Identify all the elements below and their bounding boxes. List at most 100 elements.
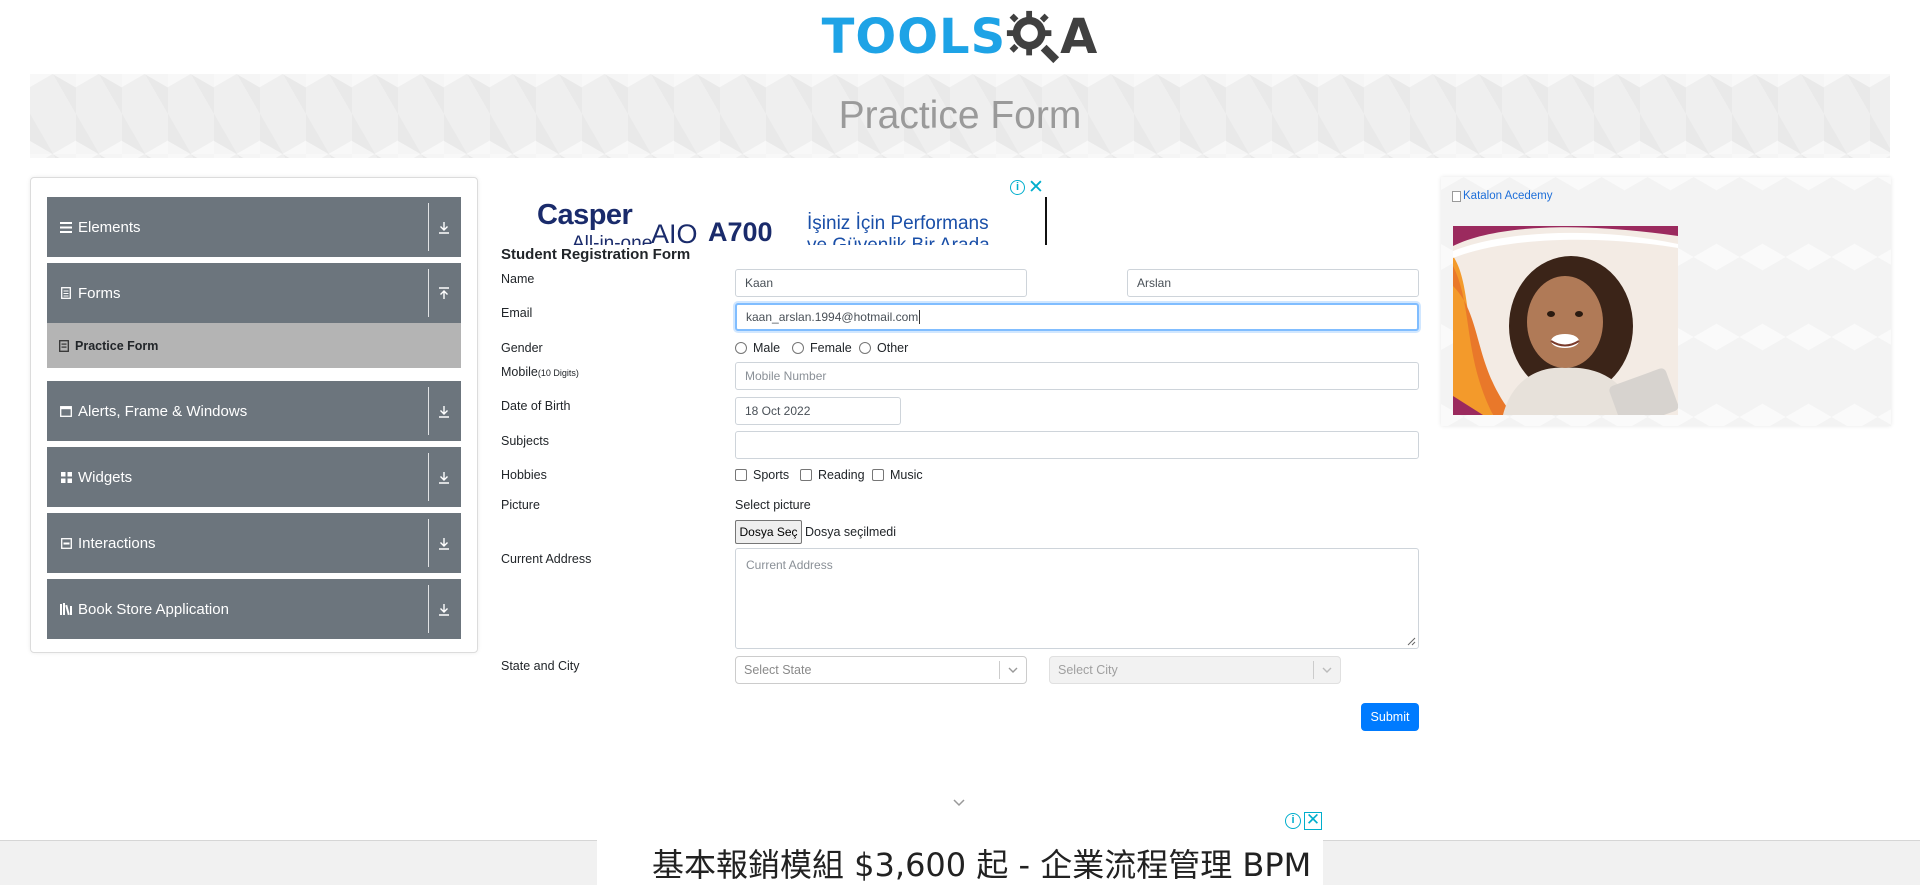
city-placeholder: Select City (1058, 663, 1118, 677)
divider (428, 387, 429, 435)
address-placeholder: Current Address (746, 558, 833, 572)
sidebar-group-label: Widgets (78, 468, 133, 486)
upload-arrow-icon[interactable] (429, 263, 459, 323)
divider (428, 269, 429, 317)
ad-close-icon[interactable]: ✕ (1304, 811, 1322, 830)
logo-tools-text: TOOLS (821, 9, 1007, 65)
mobile-label: Mobile(10 Digits) (501, 365, 579, 379)
state-placeholder: Select State (744, 663, 812, 677)
subjects-label: Subjects (501, 434, 549, 448)
select-picture-text: Select picture (735, 498, 811, 512)
submit-button[interactable]: Submit (1361, 703, 1419, 731)
picture-label: Picture (501, 498, 540, 512)
divider (428, 585, 429, 633)
hobby-checkbox-music[interactable]: Music (872, 468, 923, 482)
checkbox-box[interactable] (735, 469, 747, 481)
ad-model-name: A700 (708, 217, 773, 245)
download-arrow-icon[interactable] (429, 513, 459, 573)
download-arrow-icon[interactable] (429, 579, 459, 639)
radio-circle[interactable] (859, 342, 871, 354)
checkbox-label: Reading (818, 468, 865, 482)
text-caret (919, 310, 921, 324)
mobile-number-input[interactable]: Mobile Number (735, 362, 1419, 390)
divider (428, 203, 429, 251)
katalon-ad-link[interactable]: Katalon Acedemy (1452, 190, 1553, 202)
header: TOOLS A (0, 0, 1920, 74)
books-icon (59, 602, 73, 616)
checkbox-label: Sports (753, 468, 790, 482)
hobby-checkbox-sports[interactable]: Sports (735, 468, 789, 482)
ad-divider (1045, 197, 1047, 245)
grid-icon (59, 470, 73, 484)
sidebar-group-label: Forms (78, 284, 121, 302)
dob-label: Date of Birth (501, 399, 571, 413)
mobile-label-text: Mobile (501, 365, 538, 379)
download-arrow-icon[interactable] (429, 381, 459, 441)
checkbox-box[interactable] (872, 469, 884, 481)
choose-file-button[interactable]: Dosya Seç (735, 520, 802, 544)
broken-image-icon (1452, 190, 1461, 202)
mobile-label-hint: (10 Digits) (537, 368, 579, 378)
first-name-input[interactable]: Kaan (735, 269, 1027, 297)
page-title: Practice Form (838, 94, 1082, 137)
form-title: Student Registration Form (501, 246, 691, 263)
sidebar-group-book-store[interactable]: Book Store Application (47, 579, 461, 639)
sidebar-item-practice-form[interactable]: Practice Form (47, 323, 461, 368)
email-value: kaan_arslan.1994@hotmail.com (746, 310, 919, 324)
sidebar-group-elements[interactable]: Elements (47, 197, 461, 257)
logo-qa-text: A (1060, 9, 1099, 65)
page-banner: Practice Form (30, 74, 1890, 158)
bottom-advertisement[interactable]: 基本報銷模組 $3,600 起 - 企業流程管理 BPM i ✕ (597, 810, 1323, 885)
divider (428, 519, 429, 567)
woman-photo-illustration (1453, 226, 1678, 415)
form-icon (59, 339, 69, 352)
window-icon (59, 404, 73, 418)
checkbox-label: Music (890, 468, 923, 482)
download-arrow-icon[interactable] (429, 197, 459, 257)
hobby-checkbox-reading[interactable]: Reading (800, 468, 865, 482)
sidebar-group-label: Elements (78, 218, 141, 236)
gender-radio-male[interactable]: Male (735, 341, 780, 355)
gender-radio-other[interactable]: Other (859, 341, 908, 355)
sidebar-group-forms[interactable]: Forms (47, 263, 461, 323)
sidebar-item-label: Practice Form (75, 338, 159, 353)
top-advertisement[interactable]: Casper All-in-one AIO A700 İşiniz İçin P… (500, 177, 1048, 245)
gender-radio-female[interactable]: Female (792, 341, 852, 355)
state-select[interactable]: Select State (735, 656, 1027, 684)
no-file-text: Dosya seçilmedi (805, 525, 897, 539)
right-advertisement[interactable]: Katalon Acedemy (1441, 177, 1891, 426)
sidebar-group-interactions[interactable]: Interactions (47, 513, 461, 573)
toolsqa-logo[interactable]: TOOLS A (822, 8, 1099, 66)
subjects-input[interactable] (735, 431, 1419, 459)
city-select[interactable]: Select City (1049, 656, 1341, 684)
chevron-down-icon[interactable] (1314, 667, 1340, 673)
state-city-label: State and City (501, 659, 580, 673)
ad-brand: Casper (537, 199, 633, 231)
ad-close-icon[interactable]: ✕ (1028, 178, 1044, 197)
menu-icon (59, 220, 73, 234)
ad-tagline-1: İşiniz İçin Performans (807, 213, 989, 234)
hobbies-label: Hobbies (501, 468, 547, 482)
chevron-down-icon[interactable] (1000, 667, 1026, 673)
ad-info-icon[interactable]: i (1285, 813, 1301, 829)
last-name-input[interactable]: Arslan (1127, 269, 1419, 297)
email-input[interactable]: kaan_arslan.1994@hotmail.com (735, 303, 1419, 331)
current-address-textarea[interactable]: Current Address (735, 548, 1419, 649)
ad-info-icon[interactable]: i (1010, 180, 1025, 195)
bottom-ad-text[interactable]: 基本報銷模組 $3,600 起 - 企業流程管理 BPM (652, 840, 1311, 885)
radio-circle[interactable] (735, 342, 747, 354)
date-of-birth-input[interactable]: 18 Oct 2022 (735, 397, 901, 425)
ad-tagline-2: ve Güvenlik Bir Arada (807, 235, 990, 245)
radio-label: Female (810, 341, 852, 355)
gear-magnifier-icon (1007, 10, 1060, 64)
divider (428, 453, 429, 501)
checkbox-box[interactable] (800, 469, 812, 481)
download-arrow-icon[interactable] (429, 447, 459, 507)
sidebar-group-alerts[interactable]: Alerts, Frame & Windows (47, 381, 461, 441)
ad-photo[interactable] (1453, 226, 1678, 415)
radio-circle[interactable] (792, 342, 804, 354)
radio-label: Male (753, 341, 781, 355)
sidebar-group-widgets[interactable]: Widgets (47, 447, 461, 507)
scroll-down-chevron-icon[interactable] (952, 798, 966, 808)
resize-handle-icon[interactable] (1407, 637, 1416, 646)
